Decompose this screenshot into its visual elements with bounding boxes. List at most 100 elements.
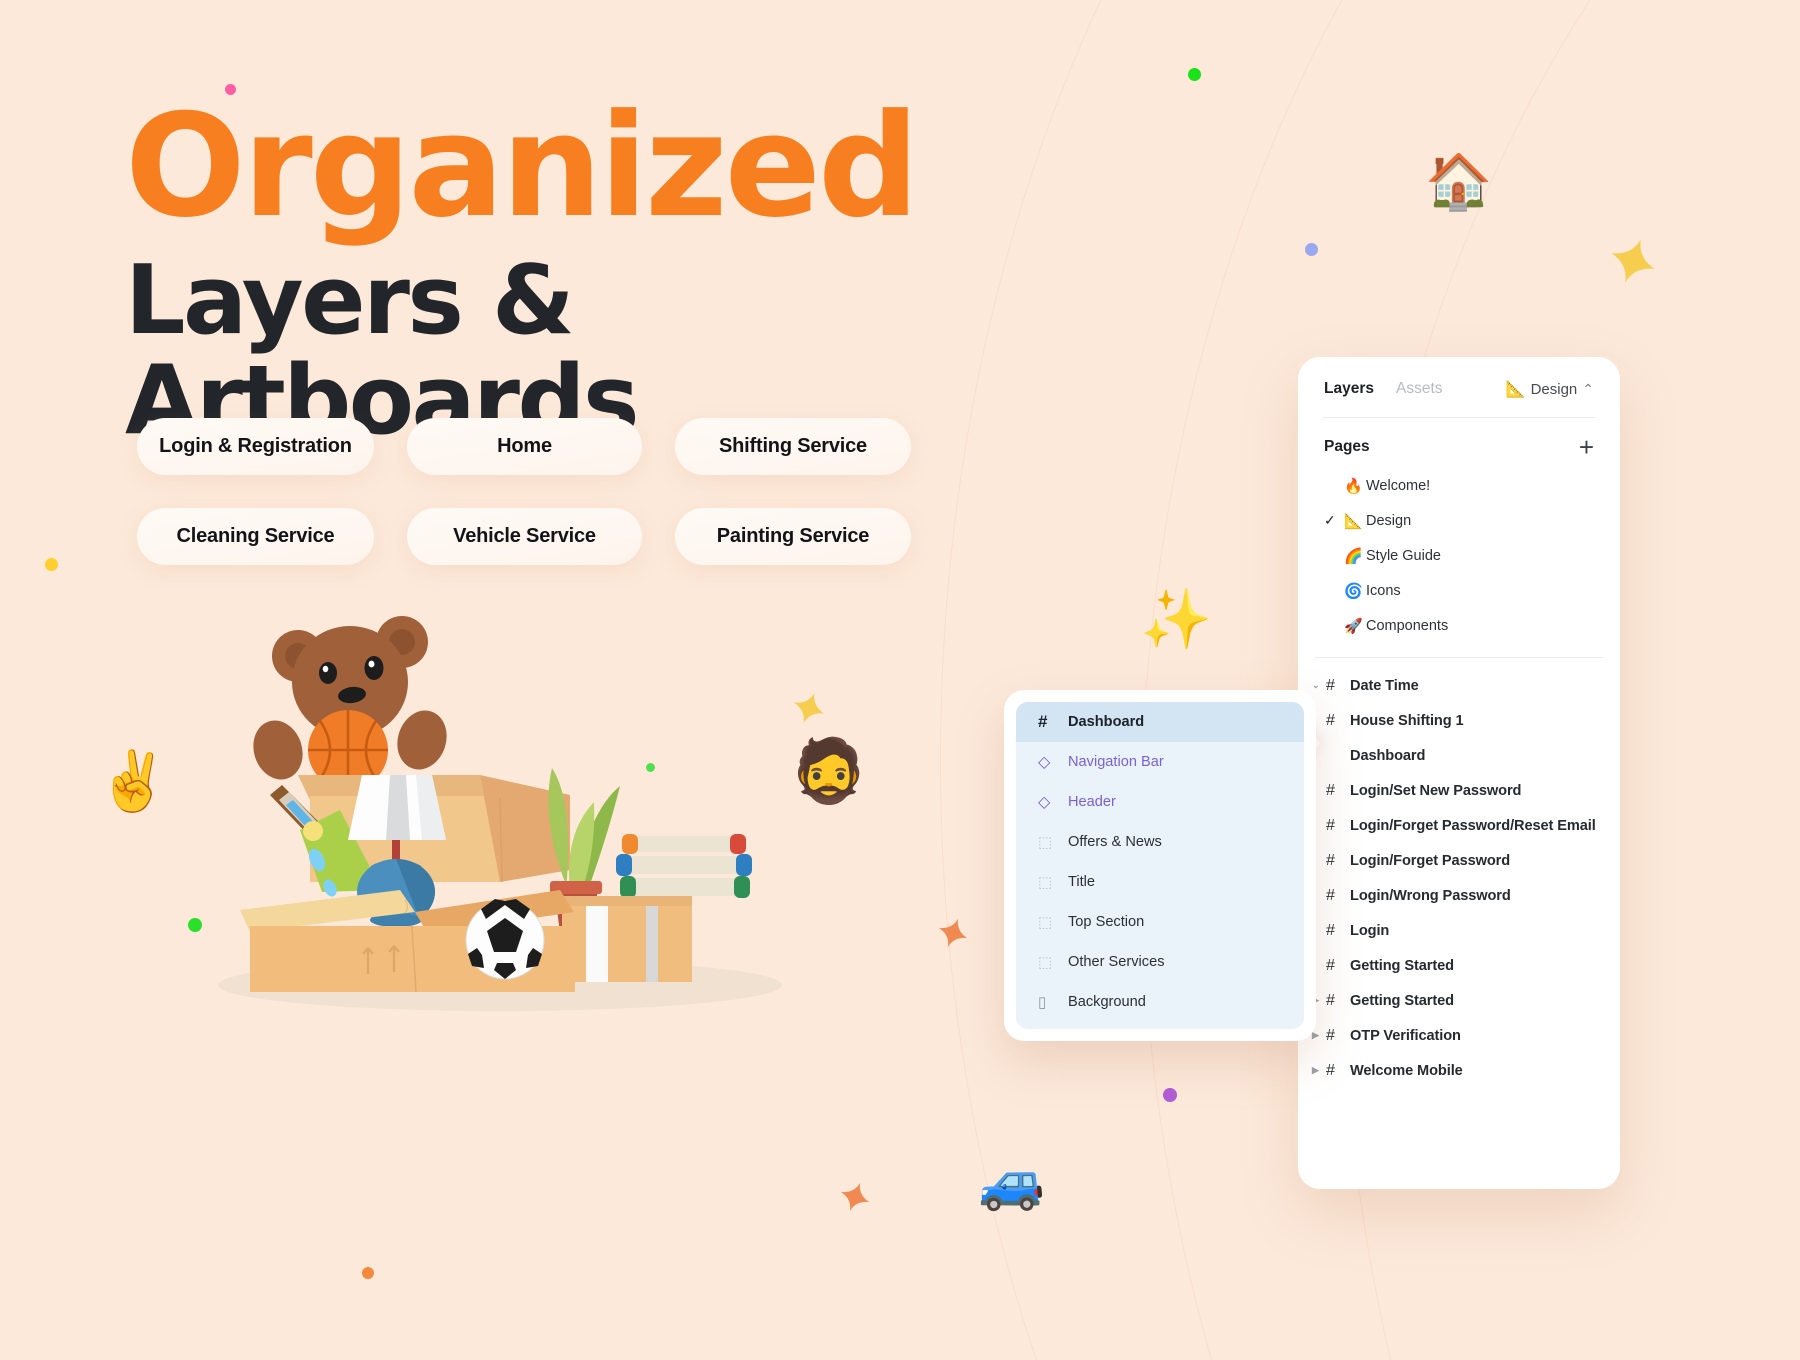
spark-yellow-top-icon <box>1611 239 1655 283</box>
sublayer-row-title[interactable]: ⬚ Title <box>1016 862 1304 902</box>
pill-vehicle-service[interactable]: Vehicle Service <box>407 508 642 565</box>
pages-title: Pages <box>1324 438 1370 455</box>
sublayers-card: # Dashboard ◇ Navigation Bar ◇ Header ⬚ … <box>1004 690 1316 1041</box>
pill-painting-service[interactable]: Painting Service <box>675 508 911 565</box>
page-label-style-guide: Style Guide <box>1366 547 1441 564</box>
sublayer-row-background[interactable]: ▯ Background <box>1016 982 1304 1022</box>
layer-row-login-set-new-password[interactable]: # Login/Set New Password <box>1298 773 1620 808</box>
layers-divider <box>1314 657 1604 658</box>
car-emoji: 🚙 <box>978 1150 1046 1213</box>
victory-hand-emoji: ✌️ <box>97 747 170 815</box>
dot-green <box>1188 68 1201 81</box>
caret-icon[interactable]: ▶ <box>1312 1065 1326 1076</box>
sublayer-header-dashboard[interactable]: # Dashboard <box>1016 702 1304 742</box>
sublayer-label: Header <box>1068 794 1116 810</box>
caret-icon[interactable]: ▶ <box>1312 1030 1326 1041</box>
artboard-hash-icon: # <box>1326 921 1335 939</box>
layer-row-date-time[interactable]: ⌄ # Date Time <box>1298 668 1620 703</box>
layer-label: Login/Forget Password <box>1350 852 1511 869</box>
chevron-up-icon: ⌃ <box>1582 380 1594 397</box>
layer-row-dashboard[interactable]: Dashboard <box>1298 738 1620 773</box>
layer-row-login-wrong-password[interactable]: # Login/Wrong Password <box>1298 878 1620 913</box>
sublayer-row-header[interactable]: ◇ Header <box>1016 782 1304 822</box>
page-row-icons[interactable]: 🌀 Icons <box>1298 573 1620 608</box>
sublayer-label: Other Services <box>1068 954 1165 970</box>
layer-label: Dashboard <box>1350 747 1426 764</box>
layer-label: House Shifting 1 <box>1350 712 1464 729</box>
sublayer-row-offers-news[interactable]: ⬚ Offers & News <box>1016 822 1304 862</box>
page-check-design: ✓ <box>1324 512 1336 528</box>
page-row-style-guide[interactable]: 🌈 Style Guide <box>1298 538 1620 573</box>
pill-shifting-service[interactable]: Shifting Service <box>675 418 911 475</box>
design-page-icon: 📐 <box>1505 381 1526 398</box>
page-label-design: Design <box>1366 512 1412 529</box>
layers-panel: Layers Assets 📐 Design ⌃ Pages + 🔥 Welco… <box>1298 357 1620 1189</box>
group-dashed-icon: ⬚ <box>1038 954 1053 971</box>
layer-row-otp-verification[interactable]: ▶ # OTP Verification <box>1298 1018 1620 1053</box>
dot-green-2 <box>188 918 202 932</box>
layer-row-login[interactable]: # Login <box>1298 913 1620 948</box>
fire-icon: 🔥 <box>1344 477 1363 495</box>
pill-login-registration[interactable]: Login & Registration <box>137 418 374 475</box>
layer-row-getting-started-2[interactable]: ▶ # Getting Started <box>1298 983 1620 1018</box>
service-pill-grid: Login & Registration Home Shifting Servi… <box>137 418 937 565</box>
artboard-hash-icon: # <box>1326 991 1335 1009</box>
artboard-hash-icon: # <box>1326 676 1335 694</box>
page-label-icons: Icons <box>1366 582 1401 599</box>
artboard-hash-icon: # <box>1326 1026 1335 1044</box>
artboard-hash-icon: # <box>1326 886 1335 904</box>
artboard-hash-icon: # <box>1326 956 1335 974</box>
hero-line-1: Organized <box>125 84 920 249</box>
dot-orange <box>362 1267 374 1279</box>
page-label-welcome: Welcome! <box>1366 477 1431 494</box>
rainbow-icon: 🌈 <box>1344 547 1363 565</box>
page-selector[interactable]: 📐 Design ⌃ <box>1506 379 1594 399</box>
add-page-button[interactable]: + <box>1579 434 1594 460</box>
artboard-hash-icon: # <box>1326 851 1335 869</box>
dot-pink <box>225 84 236 95</box>
right-box-graphic <box>562 896 692 982</box>
rectangle-shape-icon: ▯ <box>1038 994 1047 1011</box>
page-row-components[interactable]: 🚀 Components <box>1298 608 1620 643</box>
caret-icon[interactable]: ⌄ <box>1312 680 1326 691</box>
layer-label: Login/Wrong Password <box>1350 887 1511 904</box>
layer-label: Login/Set New Password <box>1350 782 1522 799</box>
sublayer-label: Offers & News <box>1068 834 1162 850</box>
pill-home[interactable]: Home <box>407 418 642 475</box>
sublayer-label: Background <box>1068 994 1146 1010</box>
cyclone-icon: 🌀 <box>1344 582 1363 600</box>
spark-orange-1-icon <box>938 918 968 948</box>
sublayer-row-top-section[interactable]: ⬚ Top Section <box>1016 902 1304 942</box>
tab-assets[interactable]: Assets <box>1396 380 1443 398</box>
page-label-components: Components <box>1366 617 1449 634</box>
sublayer-label: Top Section <box>1068 914 1145 930</box>
layer-row-welcome-mobile[interactable]: ▶ # Welcome Mobile <box>1298 1053 1620 1088</box>
spark-orange-2-icon <box>840 1182 870 1212</box>
rocket-icon: 🚀 <box>1344 617 1363 635</box>
sublayer-label: Navigation Bar <box>1068 754 1164 770</box>
sublayer-label: Title <box>1068 874 1096 890</box>
book-stack-graphic <box>616 834 752 898</box>
sublayer-header-label: Dashboard <box>1068 714 1145 730</box>
page-root: Organized Layers & Artboards Login & Reg… <box>0 0 1800 1360</box>
layer-row-login-forget-password[interactable]: # Login/Forget Password <box>1298 843 1620 878</box>
group-dashed-icon: ⬚ <box>1038 834 1053 851</box>
man-thumbs-up-emoji: 🧔 <box>790 734 868 807</box>
dot-purple <box>1163 1088 1177 1102</box>
layer-row-house-shifting-1[interactable]: # House Shifting 1 <box>1298 703 1620 738</box>
pill-cleaning-service[interactable]: Cleaning Service <box>137 508 374 565</box>
sublayer-row-other-services[interactable]: ⬚ Other Services <box>1016 942 1304 982</box>
page-row-welcome[interactable]: 🔥 Welcome! <box>1298 468 1620 503</box>
page-row-design[interactable]: ✓ 📐 Design <box>1298 503 1620 538</box>
tab-layers[interactable]: Layers <box>1324 380 1374 398</box>
layer-row-getting-started-1[interactable]: # Getting Started <box>1298 948 1620 983</box>
triangle-ruler-icon: 📐 <box>1344 512 1363 530</box>
sublayer-row-navigation-bar[interactable]: ◇ Navigation Bar <box>1016 742 1304 782</box>
layer-label: Getting Started <box>1350 992 1454 1009</box>
layer-label: Login <box>1350 922 1390 939</box>
layer-row-login-forget-password-reset-email[interactable]: # Login/Forget Password/Reset Email <box>1298 808 1620 843</box>
artboard-hash-icon: # <box>1326 711 1335 729</box>
dot-blue <box>1305 243 1318 256</box>
moving-boxes-illustration <box>218 616 782 1011</box>
artboard-hash-icon: # <box>1326 816 1335 834</box>
